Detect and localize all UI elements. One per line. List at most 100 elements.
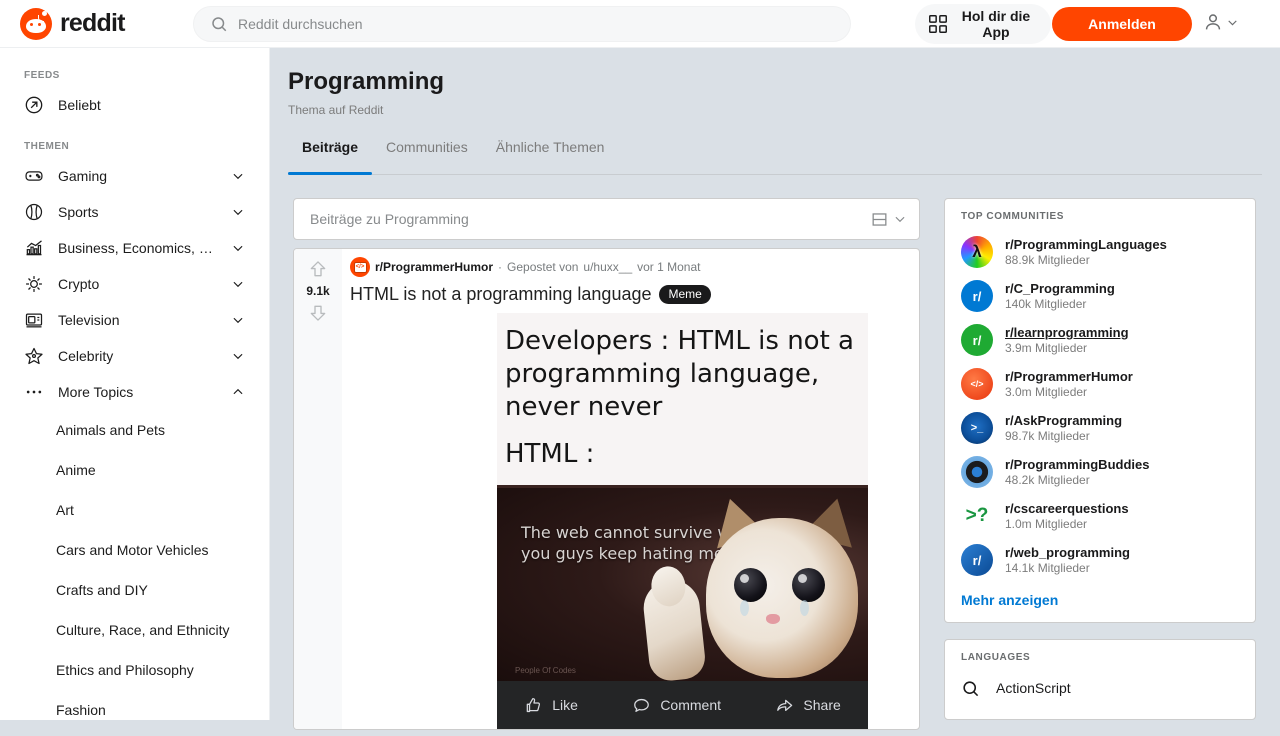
community-name[interactable]: r/learnprogramming xyxy=(1005,325,1129,340)
tab-aehnliche-themen[interactable]: Ähnliche Themen xyxy=(482,139,619,174)
community-avatar-icon: r/ xyxy=(961,324,993,356)
sidebar-item-label: Business, Economics, a... xyxy=(58,240,217,256)
languages-header: LANGUAGES xyxy=(961,652,1031,663)
community-members: 48.2k Mitglieder xyxy=(1005,473,1090,487)
chevron-down-icon xyxy=(233,317,243,324)
sidebar-subitem-crafts-and-diy[interactable]: Crafts and DIY xyxy=(0,570,269,610)
comment-bubble-icon xyxy=(634,698,650,712)
sidebar-item-crypto[interactable]: Crypto xyxy=(0,266,269,302)
comment-button[interactable]: Comment xyxy=(632,696,721,715)
chevron-down-icon xyxy=(1228,19,1237,26)
chevron-down-icon xyxy=(233,209,243,216)
ellipsis-icon xyxy=(24,382,44,402)
community-name[interactable]: r/ProgrammerHumor xyxy=(1005,369,1133,384)
chevron-up-icon xyxy=(233,388,243,395)
chevron-down-icon xyxy=(895,216,905,223)
sidebar-item-label: Crypto xyxy=(58,276,100,292)
sidebar-item-label: Beliebt xyxy=(58,97,101,113)
tab-communities[interactable]: Communities xyxy=(372,139,482,174)
community-row[interactable]: r/ r/learnprogramming 3.9m Mitglieder xyxy=(961,318,1239,362)
community-row[interactable]: </> r/ProgrammerHumor 3.0m Mitglieder xyxy=(961,362,1239,406)
community-avatar-icon: >? xyxy=(961,500,993,532)
community-row[interactable]: r/ r/C_Programming 140k Mitglieder xyxy=(961,274,1239,318)
community-name[interactable]: r/cscareerquestions xyxy=(1005,501,1129,516)
sidebar-item-label: Gaming xyxy=(58,168,108,184)
post-meta: </> r/ProgrammerHumor · Gepostet von u/h… xyxy=(350,257,911,277)
top-communities-card: TOP COMMUNITIES λ r/ProgrammingLanguages… xyxy=(944,198,1256,623)
like-label: Like xyxy=(552,697,578,713)
languages-card: LANGUAGES ActionScript xyxy=(944,639,1256,720)
get-app-button[interactable]: Hol dir die App xyxy=(915,4,1051,44)
baseball-icon xyxy=(24,202,44,222)
community-row[interactable]: >? r/cscareerquestions 1.0m Mitglieder xyxy=(961,494,1239,538)
community-members: 140k Mitglieder xyxy=(1005,297,1087,311)
community-members: 3.0m Mitglieder xyxy=(1005,385,1088,399)
user-menu-button[interactable] xyxy=(1202,11,1239,33)
share-arrow-icon xyxy=(777,699,793,711)
search-icon xyxy=(212,17,227,32)
community-row[interactable]: λ r/ProgrammingLanguages 88.9k Mitgliede… xyxy=(961,230,1239,274)
sort-bar[interactable]: Beiträge zu Programming xyxy=(293,198,920,240)
sidebar-subitem-cars-and-motor-vehicles[interactable]: Cars and Motor Vehicles xyxy=(0,530,269,570)
show-more-button[interactable]: Mehr anzeigen xyxy=(961,592,1239,608)
sidebar-subitem-animals-and-pets[interactable]: Animals and Pets xyxy=(0,410,269,450)
sidebar-item-more-topics[interactable]: More Topics xyxy=(0,374,269,410)
share-button[interactable]: Share xyxy=(775,696,841,715)
sidebar-item-sports[interactable]: Sports xyxy=(0,194,269,230)
sidebar-subitem-culture-race-and-ethnicity[interactable]: Culture, Race, and Ethnicity xyxy=(0,610,269,650)
login-button[interactable]: Anmelden xyxy=(1052,7,1192,41)
page-title: Programming xyxy=(288,68,445,95)
reddit-antenna-icon xyxy=(38,10,47,22)
programmerhumor-avatar-icon: </> xyxy=(350,257,370,277)
bar-chart-icon xyxy=(24,238,44,258)
community-row[interactable]: >_ r/AskProgramming 98.7k Mitglieder xyxy=(961,406,1239,450)
community-name[interactable]: r/ProgrammingLanguages xyxy=(1005,237,1167,252)
sidebar-item-celebrity[interactable]: Celebrity xyxy=(0,338,269,374)
language-row[interactable]: ActionScript xyxy=(961,671,1239,705)
sidebar-subitem-art[interactable]: Art xyxy=(0,490,269,530)
meme-watermark: People Of Codes xyxy=(515,666,576,675)
content-tabs: Beiträge Communities Ähnliche Themen xyxy=(288,139,1262,175)
left-sidebar[interactable]: FEEDS Beliebt THEMEN Gaming Sports Busin… xyxy=(0,48,270,720)
right-rail: TOP COMMUNITIES λ r/ProgrammingLanguages… xyxy=(944,198,1256,736)
post-card[interactable]: 9.1k </> r/ProgrammerHumor · Gepostet vo… xyxy=(293,248,920,730)
community-members: 1.0m Mitglieder xyxy=(1005,517,1088,531)
community-avatar-icon: r/ xyxy=(961,544,993,576)
post-author-link[interactable]: u/huxx__ xyxy=(583,260,632,274)
share-label: Share xyxy=(803,697,841,713)
reddit-logo[interactable]: reddit xyxy=(20,7,170,40)
sidebar-subitem-ethics-and-philosophy[interactable]: Ethics and Philosophy xyxy=(0,650,269,690)
post-title[interactable]: HTML is not a programming language xyxy=(350,284,651,305)
post-body: </> r/ProgrammerHumor · Gepostet von u/h… xyxy=(342,249,919,729)
community-avatar-icon: r/ xyxy=(961,280,993,312)
sidebar-item-beliebt[interactable]: Beliebt xyxy=(0,87,269,123)
community-row[interactable]: r/ProgrammingBuddies 48.2k Mitglieder xyxy=(961,450,1239,494)
vote-count: 9.1k xyxy=(306,284,330,298)
community-name[interactable]: r/AskProgramming xyxy=(1005,413,1122,428)
community-name[interactable]: r/ProgrammingBuddies xyxy=(1005,457,1149,472)
sidebar-item-gaming[interactable]: Gaming xyxy=(0,158,269,194)
community-members: 88.9k Mitglieder xyxy=(1005,253,1090,267)
community-name[interactable]: r/C_Programming xyxy=(1005,281,1115,296)
downvote-arrow-icon[interactable] xyxy=(308,303,328,323)
chevron-down-icon xyxy=(233,245,243,252)
top-communities-header: TOP COMMUNITIES xyxy=(961,211,1065,222)
upvote-arrow-icon[interactable] xyxy=(308,259,328,279)
tab-beitraege[interactable]: Beiträge xyxy=(288,139,373,175)
vote-column: 9.1k xyxy=(294,249,342,729)
view-mode-selector[interactable] xyxy=(870,210,907,229)
sidebar-subitem-fashion[interactable]: Fashion xyxy=(0,690,269,720)
post-subreddit-link[interactable]: r/ProgrammerHumor xyxy=(375,260,493,274)
sidebar-item-label: Television xyxy=(58,312,120,328)
post-image[interactable]: Developers : HTML is not a programming l… xyxy=(497,313,868,729)
like-button[interactable]: Like xyxy=(524,696,578,715)
search-input[interactable]: Reddit durchsuchen xyxy=(193,6,851,42)
sidebar-item-business[interactable]: Business, Economics, a... xyxy=(0,230,269,266)
chevron-down-icon xyxy=(233,353,243,360)
sidebar-subitem-anime[interactable]: Anime xyxy=(0,450,269,490)
community-avatar-icon xyxy=(961,456,993,488)
community-name[interactable]: r/web_programming xyxy=(1005,545,1130,560)
post-flair-badge[interactable]: Meme xyxy=(659,285,711,304)
sidebar-item-television[interactable]: Television xyxy=(0,302,269,338)
community-row[interactable]: r/ r/web_programming 14.1k Mitglieder xyxy=(961,538,1239,582)
